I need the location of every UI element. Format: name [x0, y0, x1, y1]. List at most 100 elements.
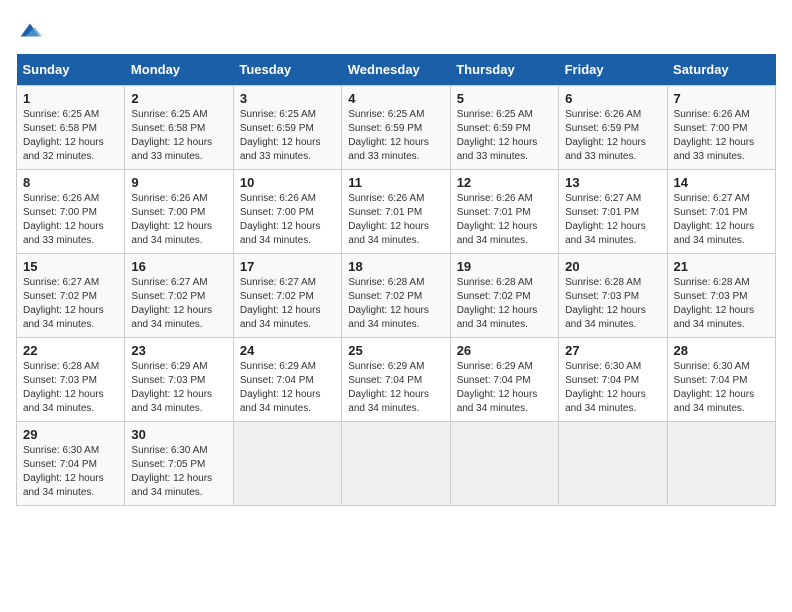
day-info: Sunrise: 6:25 AMSunset: 6:58 PMDaylight:…: [131, 108, 226, 164]
day-number: 21: [674, 259, 769, 274]
calendar-cell: [559, 422, 667, 506]
day-info: Sunrise: 6:28 AMSunset: 7:03 PMDaylight:…: [565, 276, 660, 332]
day-number: 27: [565, 343, 660, 358]
day-header-sunday: Sunday: [17, 54, 125, 86]
calendar-cell: 1 Sunrise: 6:25 AMSunset: 6:58 PMDaylight…: [17, 86, 125, 170]
calendar-cell: 27Sunrise: 6:30 AMSunset: 7:04 PMDayligh…: [559, 338, 667, 422]
calendar-cell: 11Sunrise: 6:26 AMSunset: 7:01 PMDayligh…: [342, 170, 450, 254]
header-row: SundayMondayTuesdayWednesdayThursdayFrid…: [17, 54, 776, 86]
calendar-cell: 3 Sunrise: 6:25 AMSunset: 6:59 PMDaylight…: [233, 86, 341, 170]
day-number: 17: [240, 259, 335, 274]
day-number: 11: [348, 175, 443, 190]
day-number: 24: [240, 343, 335, 358]
calendar-cell: 6 Sunrise: 6:26 AMSunset: 6:59 PMDaylight…: [559, 86, 667, 170]
day-number: 30: [131, 427, 226, 442]
logo-icon: [16, 16, 44, 44]
day-header-wednesday: Wednesday: [342, 54, 450, 86]
calendar-cell: 16 Sunrise: 6:27 AMSunset: 7:02 PMDayligh…: [125, 254, 233, 338]
calendar-cell: 29 Sunrise: 6:30 AMSunset: 7:04 PMDayligh…: [17, 422, 125, 506]
day-info: Sunrise: 6:26 AMSunset: 7:01 PMDaylight:…: [457, 192, 552, 248]
day-header-monday: Monday: [125, 54, 233, 86]
calendar-cell: 10 Sunrise: 6:26 AMSunset: 7:00 PMDayligh…: [233, 170, 341, 254]
calendar-cell: 30 Sunrise: 6:30 AMSunset: 7:05 PMDayligh…: [125, 422, 233, 506]
calendar-cell: 7Sunrise: 6:26 AMSunset: 7:00 PMDaylight…: [667, 86, 775, 170]
day-number: 14: [674, 175, 769, 190]
week-row: 15 Sunrise: 6:27 AMSunset: 7:02 PMDayligh…: [17, 254, 776, 338]
calendar-cell: [233, 422, 341, 506]
day-number: 29: [23, 427, 118, 442]
logo: [16, 16, 48, 44]
day-number: 16: [131, 259, 226, 274]
day-info: Sunrise: 6:27 AMSunset: 7:01 PMDaylight:…: [565, 192, 660, 248]
day-number: 25: [348, 343, 443, 358]
day-header-saturday: Saturday: [667, 54, 775, 86]
calendar-cell: 9 Sunrise: 6:26 AMSunset: 7:00 PMDaylight…: [125, 170, 233, 254]
day-info: Sunrise: 6:27 AMSunset: 7:01 PMDaylight:…: [674, 192, 769, 248]
day-number: 26: [457, 343, 552, 358]
day-number: 8: [23, 175, 118, 190]
day-info: Sunrise: 6:26 AMSunset: 6:59 PMDaylight:…: [565, 108, 660, 164]
day-info: Sunrise: 6:30 AMSunset: 7:04 PMDaylight:…: [23, 444, 118, 500]
day-number: 18: [348, 259, 443, 274]
day-info: Sunrise: 6:26 AMSunset: 7:00 PMDaylight:…: [131, 192, 226, 248]
day-info: Sunrise: 6:29 AMSunset: 7:04 PMDaylight:…: [240, 360, 335, 416]
day-number: 20: [565, 259, 660, 274]
day-info: Sunrise: 6:30 AMSunset: 7:05 PMDaylight:…: [131, 444, 226, 500]
day-header-friday: Friday: [559, 54, 667, 86]
day-info: Sunrise: 6:30 AMSunset: 7:04 PMDaylight:…: [674, 360, 769, 416]
calendar-cell: 28 Sunrise: 6:30 AMSunset: 7:04 PMDayligh…: [667, 338, 775, 422]
day-number: 6: [565, 91, 660, 106]
day-number: 28: [674, 343, 769, 358]
week-row: 1 Sunrise: 6:25 AMSunset: 6:58 PMDaylight…: [17, 86, 776, 170]
day-number: 15: [23, 259, 118, 274]
calendar-cell: 25Sunrise: 6:29 AMSunset: 7:04 PMDayligh…: [342, 338, 450, 422]
week-row: 29 Sunrise: 6:30 AMSunset: 7:04 PMDayligh…: [17, 422, 776, 506]
day-number: 5: [457, 91, 552, 106]
calendar-cell: [667, 422, 775, 506]
day-number: 1: [23, 91, 118, 106]
calendar-cell: 19 Sunrise: 6:28 AMSunset: 7:02 PMDayligh…: [450, 254, 558, 338]
calendar-table: SundayMondayTuesdayWednesdayThursdayFrid…: [16, 54, 776, 506]
day-number: 4: [348, 91, 443, 106]
calendar-cell: 18 Sunrise: 6:28 AMSunset: 7:02 PMDayligh…: [342, 254, 450, 338]
calendar-cell: 5 Sunrise: 6:25 AMSunset: 6:59 PMDaylight…: [450, 86, 558, 170]
day-number: 12: [457, 175, 552, 190]
day-number: 22: [23, 343, 118, 358]
day-info: Sunrise: 6:27 AMSunset: 7:02 PMDaylight:…: [131, 276, 226, 332]
calendar-cell: 20 Sunrise: 6:28 AMSunset: 7:03 PMDayligh…: [559, 254, 667, 338]
day-info: Sunrise: 6:25 AMSunset: 6:58 PMDaylight:…: [23, 108, 118, 164]
calendar-cell: 22 Sunrise: 6:28 AMSunset: 7:03 PMDayligh…: [17, 338, 125, 422]
day-number: 10: [240, 175, 335, 190]
day-header-tuesday: Tuesday: [233, 54, 341, 86]
header: [16, 16, 776, 44]
day-number: 9: [131, 175, 226, 190]
calendar-cell: 21 Sunrise: 6:28 AMSunset: 7:03 PMDayligh…: [667, 254, 775, 338]
week-row: 8 Sunrise: 6:26 AMSunset: 7:00 PMDaylight…: [17, 170, 776, 254]
day-number: 19: [457, 259, 552, 274]
calendar-cell: 2 Sunrise: 6:25 AMSunset: 6:58 PMDaylight…: [125, 86, 233, 170]
day-info: Sunrise: 6:28 AMSunset: 7:03 PMDaylight:…: [674, 276, 769, 332]
day-info: Sunrise: 6:25 AMSunset: 6:59 PMDaylight:…: [457, 108, 552, 164]
calendar-cell: 8Sunrise: 6:26 AMSunset: 7:00 PMDaylight…: [17, 170, 125, 254]
day-info: Sunrise: 6:26 AMSunset: 7:00 PMDaylight:…: [240, 192, 335, 248]
week-row: 22 Sunrise: 6:28 AMSunset: 7:03 PMDayligh…: [17, 338, 776, 422]
day-number: 13: [565, 175, 660, 190]
day-info: Sunrise: 6:27 AMSunset: 7:02 PMDaylight:…: [240, 276, 335, 332]
day-info: Sunrise: 6:28 AMSunset: 7:02 PMDaylight:…: [457, 276, 552, 332]
calendar-cell: 13 Sunrise: 6:27 AMSunset: 7:01 PMDayligh…: [559, 170, 667, 254]
day-info: Sunrise: 6:28 AMSunset: 7:02 PMDaylight:…: [348, 276, 443, 332]
calendar-cell: 17 Sunrise: 6:27 AMSunset: 7:02 PMDayligh…: [233, 254, 341, 338]
day-info: Sunrise: 6:28 AMSunset: 7:03 PMDaylight:…: [23, 360, 118, 416]
day-number: 2: [131, 91, 226, 106]
day-info: Sunrise: 6:29 AMSunset: 7:03 PMDaylight:…: [131, 360, 226, 416]
calendar-cell: 23Sunrise: 6:29 AMSunset: 7:03 PMDayligh…: [125, 338, 233, 422]
day-number: 3: [240, 91, 335, 106]
calendar-cell: 24 Sunrise: 6:29 AMSunset: 7:04 PMDayligh…: [233, 338, 341, 422]
day-info: Sunrise: 6:29 AMSunset: 7:04 PMDaylight:…: [457, 360, 552, 416]
calendar-cell: [342, 422, 450, 506]
calendar-cell: 26 Sunrise: 6:29 AMSunset: 7:04 PMDayligh…: [450, 338, 558, 422]
day-info: Sunrise: 6:25 AMSunset: 6:59 PMDaylight:…: [240, 108, 335, 164]
day-number: 7: [674, 91, 769, 106]
day-info: Sunrise: 6:25 AMSunset: 6:59 PMDaylight:…: [348, 108, 443, 164]
calendar-cell: 4 Sunrise: 6:25 AMSunset: 6:59 PMDaylight…: [342, 86, 450, 170]
